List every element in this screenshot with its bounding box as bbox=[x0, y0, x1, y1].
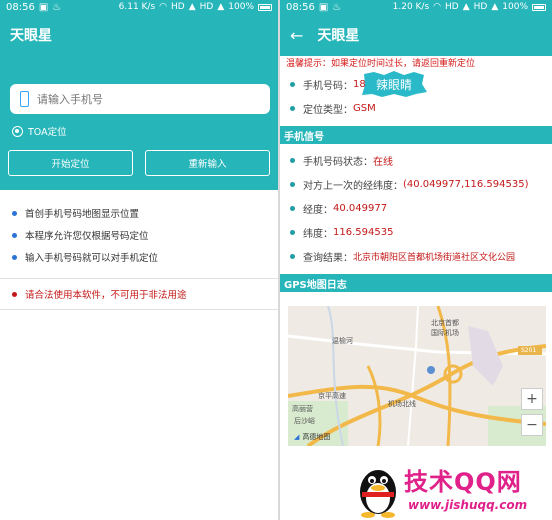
image-icon: ▣ bbox=[38, 1, 49, 13]
list-item: 本程序允许您仅根据号码定位 bbox=[12, 224, 266, 246]
locate-type-row: 定位类型： GSM bbox=[280, 96, 552, 120]
site-watermark: 技术QQ网 www.jishuqq.com bbox=[352, 454, 552, 520]
feature-list: 首创手机号码地图显示位置 本程序允许您仅根据号码定位 输入手机号码就可以对手机定… bbox=[0, 190, 278, 268]
signal-icon: ▲ bbox=[217, 2, 225, 12]
bullet-icon bbox=[12, 291, 17, 297]
hd-label: HD bbox=[199, 2, 214, 12]
map-label-place: 后沙峪 bbox=[294, 417, 315, 425]
watermark-url: www.jishuqq.com bbox=[408, 498, 528, 512]
signal-row: 经度： 40.049977 bbox=[280, 196, 552, 220]
divider bbox=[0, 309, 278, 310]
app-title: 天眼星 bbox=[10, 28, 52, 44]
bullet-icon bbox=[12, 232, 17, 238]
zoom-out-button[interactable]: − bbox=[521, 414, 543, 436]
phone-icon bbox=[20, 91, 29, 107]
toa-label: TOA定位 bbox=[28, 127, 67, 138]
bullet-icon bbox=[290, 181, 295, 187]
signal-icon: ▲ bbox=[188, 2, 196, 12]
zoom-in-button[interactable]: + bbox=[521, 388, 543, 410]
image-icon: ▣ bbox=[318, 1, 329, 13]
bullet-icon bbox=[290, 253, 295, 259]
reset-input-button[interactable]: 重新输入 bbox=[145, 150, 270, 176]
bullet-icon bbox=[12, 210, 17, 216]
map-canvas bbox=[288, 306, 546, 446]
app-title: 天眼星 bbox=[317, 28, 360, 44]
battery-icon bbox=[258, 3, 272, 11]
bullet-icon bbox=[290, 81, 295, 87]
hd-label: HD bbox=[171, 2, 185, 12]
hd-label: HD bbox=[445, 2, 459, 12]
map-label-road: 机场北线 bbox=[388, 400, 416, 408]
signal-row: 对方上一次的经纬度： (40.049977,116.594535) bbox=[280, 172, 552, 196]
section-signal-header: 手机信号 bbox=[280, 126, 552, 144]
toa-radio[interactable]: TOA定位 bbox=[12, 124, 67, 138]
bullet-icon bbox=[290, 105, 295, 111]
bullet-icon bbox=[12, 254, 17, 260]
list-item: 首创手机号码地图显示位置 bbox=[12, 202, 266, 224]
signal-icon: ▲ bbox=[462, 2, 470, 12]
gps-map[interactable]: 北京首都 国际机场 S201 京平高速 机场北线 高丽营 后沙峪 温榆河 + −… bbox=[288, 306, 546, 446]
map-provider: ◢ 高德地图 bbox=[294, 433, 331, 441]
bullet-icon bbox=[290, 157, 295, 163]
app-bar: ← 天眼星 bbox=[280, 14, 552, 56]
notification-icon: ♨ bbox=[52, 1, 62, 13]
signal-row: 纬度： 116.594535 bbox=[280, 220, 552, 244]
status-time: 08:56 bbox=[6, 1, 35, 13]
watermark-title: 技术QQ网 bbox=[404, 468, 522, 496]
map-label-road: 京平高速 bbox=[318, 392, 346, 400]
signal-row: 手机号码状态： 在线 bbox=[280, 148, 552, 172]
phone-input[interactable] bbox=[37, 92, 237, 106]
map-label-river: 温榆河 bbox=[332, 337, 353, 345]
censor-badge: 辣眼睛 bbox=[360, 70, 428, 98]
map-label-airport: 北京首都 国际机场 bbox=[431, 319, 459, 337]
radio-selected-icon[interactable] bbox=[12, 125, 23, 137]
app-bar: 天眼星 bbox=[0, 14, 278, 56]
gaode-logo-icon: ◢ bbox=[294, 433, 300, 441]
left-screen: 08:56 ▣ ♨ 6.11 K/s ◠ HD ▲ HD ▲ 100% 天眼星 bbox=[0, 0, 278, 520]
signal-row: 查询结果： 北京市朝阳区首都机场街道社区文化公园 bbox=[280, 244, 552, 268]
list-item: 输入手机号码就可以对手机定位 bbox=[12, 246, 266, 268]
hd-label: HD bbox=[473, 2, 488, 12]
map-label-road: S201 bbox=[521, 347, 537, 354]
battery-text: 100% bbox=[228, 2, 254, 12]
net-speed: 1.20 K/s bbox=[392, 2, 430, 12]
battery-icon bbox=[532, 3, 546, 11]
left-header: 08:56 ▣ ♨ 6.11 K/s ◠ HD ▲ HD ▲ 100% 天眼星 bbox=[0, 0, 278, 190]
bullet-icon bbox=[290, 205, 295, 211]
back-arrow-icon[interactable]: ← bbox=[290, 26, 303, 45]
status-bar: 08:56 ▣ ♨ 6.11 K/s ◠ HD ▲ HD ▲ 100% bbox=[0, 0, 278, 14]
net-speed: 6.11 K/s bbox=[118, 2, 156, 12]
notification-icon: ♨ bbox=[332, 1, 342, 13]
map-label-place: 高丽营 bbox=[292, 405, 313, 413]
status-bar: 08:56 ▣ ♨ 1.20 K/s ◠ HD ▲ HD ▲ 100% bbox=[280, 0, 552, 14]
battery-text: 100% bbox=[502, 2, 528, 12]
start-locate-button[interactable]: 开始定位 bbox=[8, 150, 133, 176]
status-time: 08:56 bbox=[286, 1, 315, 13]
right-header: 08:56 ▣ ♨ 1.20 K/s ◠ HD ▲ HD ▲ 100% ← 天眼… bbox=[280, 0, 552, 56]
section-map-header: GPS地图日志 bbox=[280, 274, 552, 292]
right-screen: 08:56 ▣ ♨ 1.20 K/s ◠ HD ▲ HD ▲ 100% ← 天眼… bbox=[280, 0, 552, 520]
signal-icon: ▲ bbox=[491, 2, 499, 12]
phone-input-box[interactable] bbox=[10, 84, 270, 114]
legal-warning: 请合法使用本软件，不可用于非法用途 bbox=[0, 279, 278, 309]
bullet-icon bbox=[290, 229, 295, 235]
wifi-icon: ◠ bbox=[159, 2, 168, 12]
wifi-icon: ◠ bbox=[433, 2, 442, 12]
penguin-logo-icon bbox=[360, 470, 396, 518]
